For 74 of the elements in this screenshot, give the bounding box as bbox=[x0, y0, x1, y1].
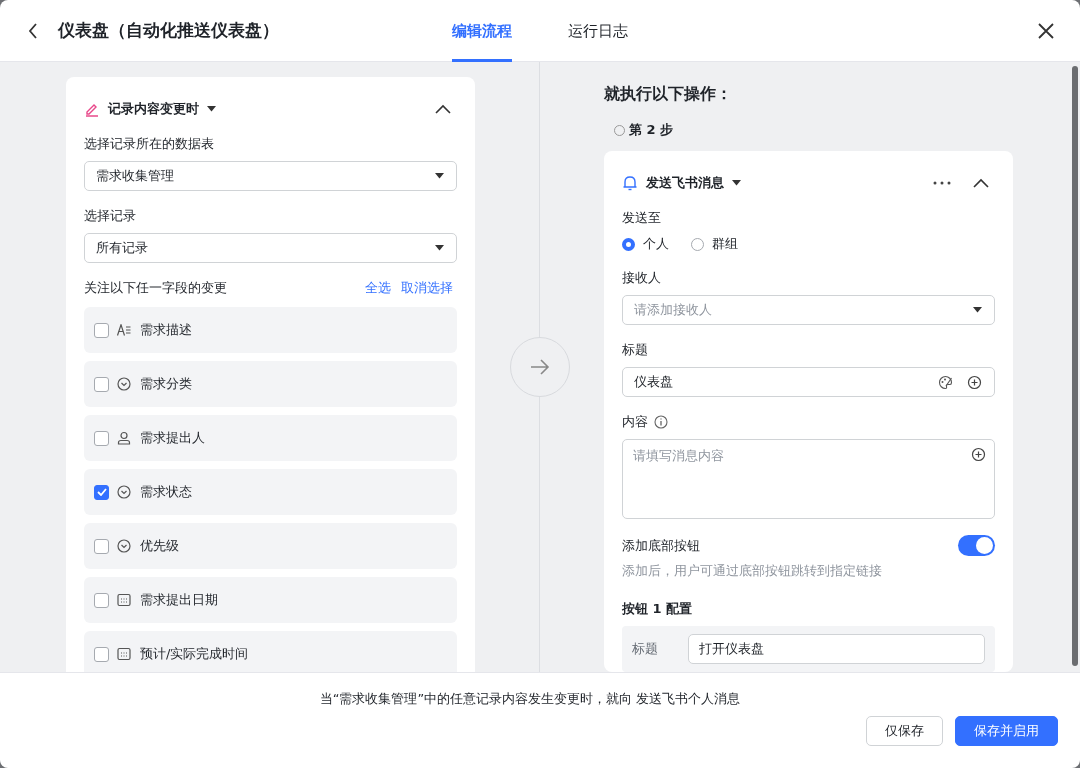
window-title: 仪表盘（自动化推送仪表盘） bbox=[58, 19, 279, 42]
dropdown-circle-icon bbox=[117, 539, 131, 553]
field-option[interactable]: 需求描述 bbox=[84, 307, 457, 353]
add-icon[interactable] bbox=[971, 447, 986, 462]
step-label: 第 2 步 bbox=[629, 121, 674, 139]
tab[interactable]: 运行日志 bbox=[568, 0, 628, 62]
field-name: 需求描述 bbox=[140, 321, 192, 339]
collapse-icon[interactable] bbox=[973, 178, 989, 188]
field-label: 标题 bbox=[622, 341, 649, 359]
summary-text: 当“需求收集管理”中的任意记录内容发生变更时，就向 发送飞书个人消息 bbox=[319, 690, 741, 708]
checkbox[interactable] bbox=[94, 376, 109, 392]
caret-icon bbox=[732, 180, 741, 186]
field-label: 选择记录 bbox=[84, 207, 137, 225]
dropdown-circle-icon bbox=[117, 485, 131, 499]
button-title-field[interactable]: 打开仪表盘 bbox=[688, 634, 985, 664]
toggle-switch[interactable] bbox=[958, 535, 995, 556]
field-option[interactable]: 需求提出人 bbox=[84, 415, 457, 461]
table-dropdown[interactable]: 需求收集管理 bbox=[84, 161, 457, 191]
field-option[interactable]: 需求提出日期 bbox=[84, 577, 457, 623]
right-arrow-icon bbox=[530, 359, 550, 375]
close-icon[interactable] bbox=[1038, 22, 1054, 39]
field-name: 需求分类 bbox=[140, 375, 192, 393]
calendar-icon bbox=[117, 593, 131, 607]
checkbox[interactable] bbox=[94, 592, 109, 608]
field-label: 发送至 bbox=[622, 209, 662, 227]
checkbox[interactable] bbox=[94, 538, 109, 554]
field-label: 接收人 bbox=[622, 269, 662, 287]
palette-icon[interactable] bbox=[938, 374, 953, 390]
deselect-link[interactable]: 取消选择 bbox=[401, 279, 453, 297]
table-dropdown[interactable]: 所有记录 bbox=[84, 233, 457, 263]
field-option[interactable]: 需求状态 bbox=[84, 469, 457, 515]
bell-icon bbox=[622, 175, 638, 191]
field-label: 关注以下任一字段的变更 bbox=[84, 279, 227, 297]
info-icon bbox=[654, 415, 668, 429]
save-and-enable-button[interactable]: 保存并启用 bbox=[955, 716, 1058, 746]
action-title[interactable]: 发送飞书消息 bbox=[646, 174, 724, 192]
field-name: 预计/实际完成时间 bbox=[140, 645, 249, 663]
field-option[interactable]: 预计/实际完成时间 bbox=[84, 631, 457, 672]
save-button[interactable]: 仅保存 bbox=[866, 716, 943, 746]
checkbox[interactable] bbox=[94, 646, 109, 662]
trigger-title[interactable]: 记录内容变更时 bbox=[108, 100, 199, 118]
person-icon bbox=[117, 431, 131, 445]
checkbox[interactable] bbox=[94, 322, 109, 338]
caret-icon bbox=[435, 245, 444, 251]
checkbox[interactable] bbox=[94, 430, 109, 446]
field-name: 需求状态 bbox=[140, 483, 192, 501]
field-name: 优先级 bbox=[140, 537, 179, 555]
calendar-icon bbox=[117, 647, 131, 661]
field-label: 添加底部按钮 bbox=[622, 536, 700, 555]
title-field[interactable]: 仪表盘 bbox=[622, 367, 995, 397]
field-label: 选择记录所在的数据表 bbox=[84, 135, 215, 153]
caret-icon bbox=[435, 173, 444, 179]
checkbox[interactable] bbox=[94, 484, 109, 500]
caret-icon bbox=[973, 307, 982, 313]
scrollbar[interactable] bbox=[1072, 66, 1078, 666]
section-label: 按钮 1 配置 bbox=[622, 600, 694, 618]
field-option[interactable]: 优先级 bbox=[84, 523, 457, 569]
select-all-link[interactable]: 全选 bbox=[365, 279, 391, 297]
section-heading: 就执行以下操作： bbox=[604, 84, 733, 105]
back-icon[interactable] bbox=[28, 22, 38, 39]
field-option[interactable]: 需求分类 bbox=[84, 361, 457, 407]
field-label: 标题 bbox=[632, 640, 658, 658]
radio-option[interactable]: 个人 bbox=[622, 235, 669, 253]
caret-icon bbox=[207, 106, 216, 112]
radio-option[interactable]: 群组 bbox=[691, 235, 738, 253]
add-icon[interactable] bbox=[967, 374, 982, 390]
hint-text: 添加后，用户可通过底部按钮跳转到指定链接 bbox=[622, 562, 883, 580]
field-name: 需求提出日期 bbox=[140, 591, 218, 609]
more-icon[interactable] bbox=[933, 181, 951, 185]
text-field-icon bbox=[117, 324, 131, 336]
dropdown-circle-icon bbox=[117, 377, 131, 391]
collapse-icon[interactable] bbox=[435, 104, 451, 114]
field-name: 需求提出人 bbox=[140, 429, 205, 447]
field-label: 内容 bbox=[622, 413, 648, 431]
